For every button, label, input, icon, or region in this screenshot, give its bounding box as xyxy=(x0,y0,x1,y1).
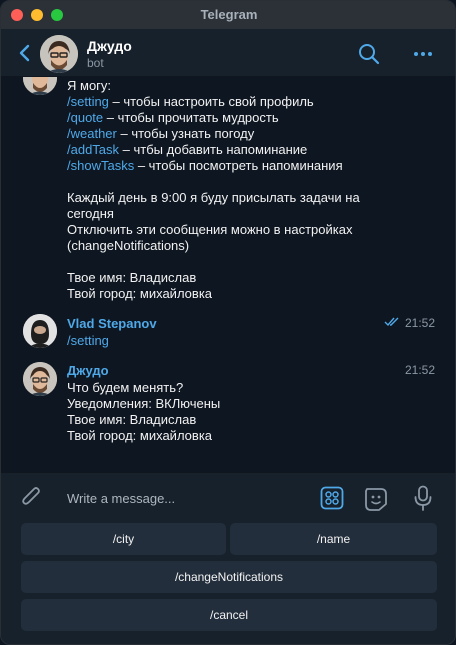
message-line: /quote – чтобы прочитать мудрость xyxy=(67,110,279,125)
keyboard-button-city[interactable]: /city xyxy=(21,523,226,555)
sticker-icon[interactable] xyxy=(363,486,389,512)
telegram-window: Telegram Джудо bot Я могу: /setting – чт… xyxy=(0,0,456,645)
message-line: сегодня xyxy=(67,206,114,221)
keyboard-button-change-notifications[interactable]: /changeNotifications xyxy=(21,561,437,593)
command-link-quote[interactable]: /quote xyxy=(67,110,103,125)
chat-header: Джудо bot xyxy=(1,29,455,77)
command-link-weather[interactable]: /weather xyxy=(67,126,117,141)
message-line: (changeNotifications) xyxy=(67,238,190,253)
chat-avatar[interactable] xyxy=(40,35,78,73)
message-input[interactable] xyxy=(67,488,297,508)
chat-status: bot xyxy=(87,56,104,70)
maximize-window-button[interactable] xyxy=(51,9,63,21)
microphone-icon[interactable] xyxy=(413,485,433,511)
message-list[interactable]: Я могу: /setting – чтобы настроить свой … xyxy=(1,77,455,472)
close-window-button[interactable] xyxy=(11,9,23,21)
bot-reply-message: Что будем менять? Уведомления: ВКЛючены … xyxy=(67,380,220,444)
message-line: Уведомления: ВКЛючены xyxy=(67,396,221,411)
message-line: Отключить эти сообщения можно в настройк… xyxy=(67,222,353,237)
message-composer xyxy=(1,472,455,522)
bot-avatar[interactable] xyxy=(23,362,57,396)
user-avatar[interactable] xyxy=(23,314,57,348)
message-line: Твое имя: Владислав xyxy=(67,412,197,427)
command-link-showtasks[interactable]: /showTasks xyxy=(67,158,134,173)
message-line: Твой город: михайловка xyxy=(67,286,213,301)
bot-message-commands: Я могу: /setting – чтобы настроить свой … xyxy=(67,78,360,302)
keyboard-button-cancel[interactable]: /cancel xyxy=(21,599,437,631)
bot-keyboard-icon[interactable] xyxy=(320,486,344,510)
attach-icon[interactable] xyxy=(21,486,43,510)
chat-name[interactable]: Джудо xyxy=(87,38,132,54)
more-icon[interactable] xyxy=(411,42,435,66)
command-link-setting[interactable]: /setting xyxy=(67,94,109,109)
back-icon[interactable] xyxy=(17,41,33,65)
user-message-text[interactable]: /setting xyxy=(67,333,109,349)
message-line: /weather – чтобы узнать погоду xyxy=(67,126,255,141)
window-title: Telegram xyxy=(200,7,258,22)
message-line: Что будем менять? xyxy=(67,380,184,395)
bot-avatar[interactable] xyxy=(23,77,57,95)
message-line: Я могу: xyxy=(67,78,112,93)
message-line: Твое имя: Владислав xyxy=(67,270,197,285)
message-line: /setting – чтобы настроить свой профиль xyxy=(67,94,314,109)
search-icon[interactable] xyxy=(357,42,381,66)
message-line: Каждый день в 9:00 я буду присылать зада… xyxy=(67,190,360,205)
user-sender-name[interactable]: Vlad Stepanov xyxy=(67,316,157,331)
keyboard-button-name[interactable]: /name xyxy=(230,523,437,555)
message-line: /addTask – чтбы добавить напоминание xyxy=(67,142,308,157)
message-line: Твой город: михайловка xyxy=(67,428,213,443)
user-message-time: 21:52 xyxy=(405,316,436,330)
double-check-icon xyxy=(384,317,399,327)
bot-message-time: 21:52 xyxy=(405,363,436,377)
title-bar: Telegram xyxy=(1,1,455,29)
bot-sender-name[interactable]: Джудо xyxy=(67,363,109,378)
minimize-window-button[interactable] xyxy=(31,9,43,21)
bot-keyboard: /city /name /changeNotifications /cancel xyxy=(1,522,455,644)
message-line: /showTasks – чтобы посмотреть напоминани… xyxy=(67,158,343,173)
command-link-addtask[interactable]: /addTask xyxy=(67,142,119,157)
